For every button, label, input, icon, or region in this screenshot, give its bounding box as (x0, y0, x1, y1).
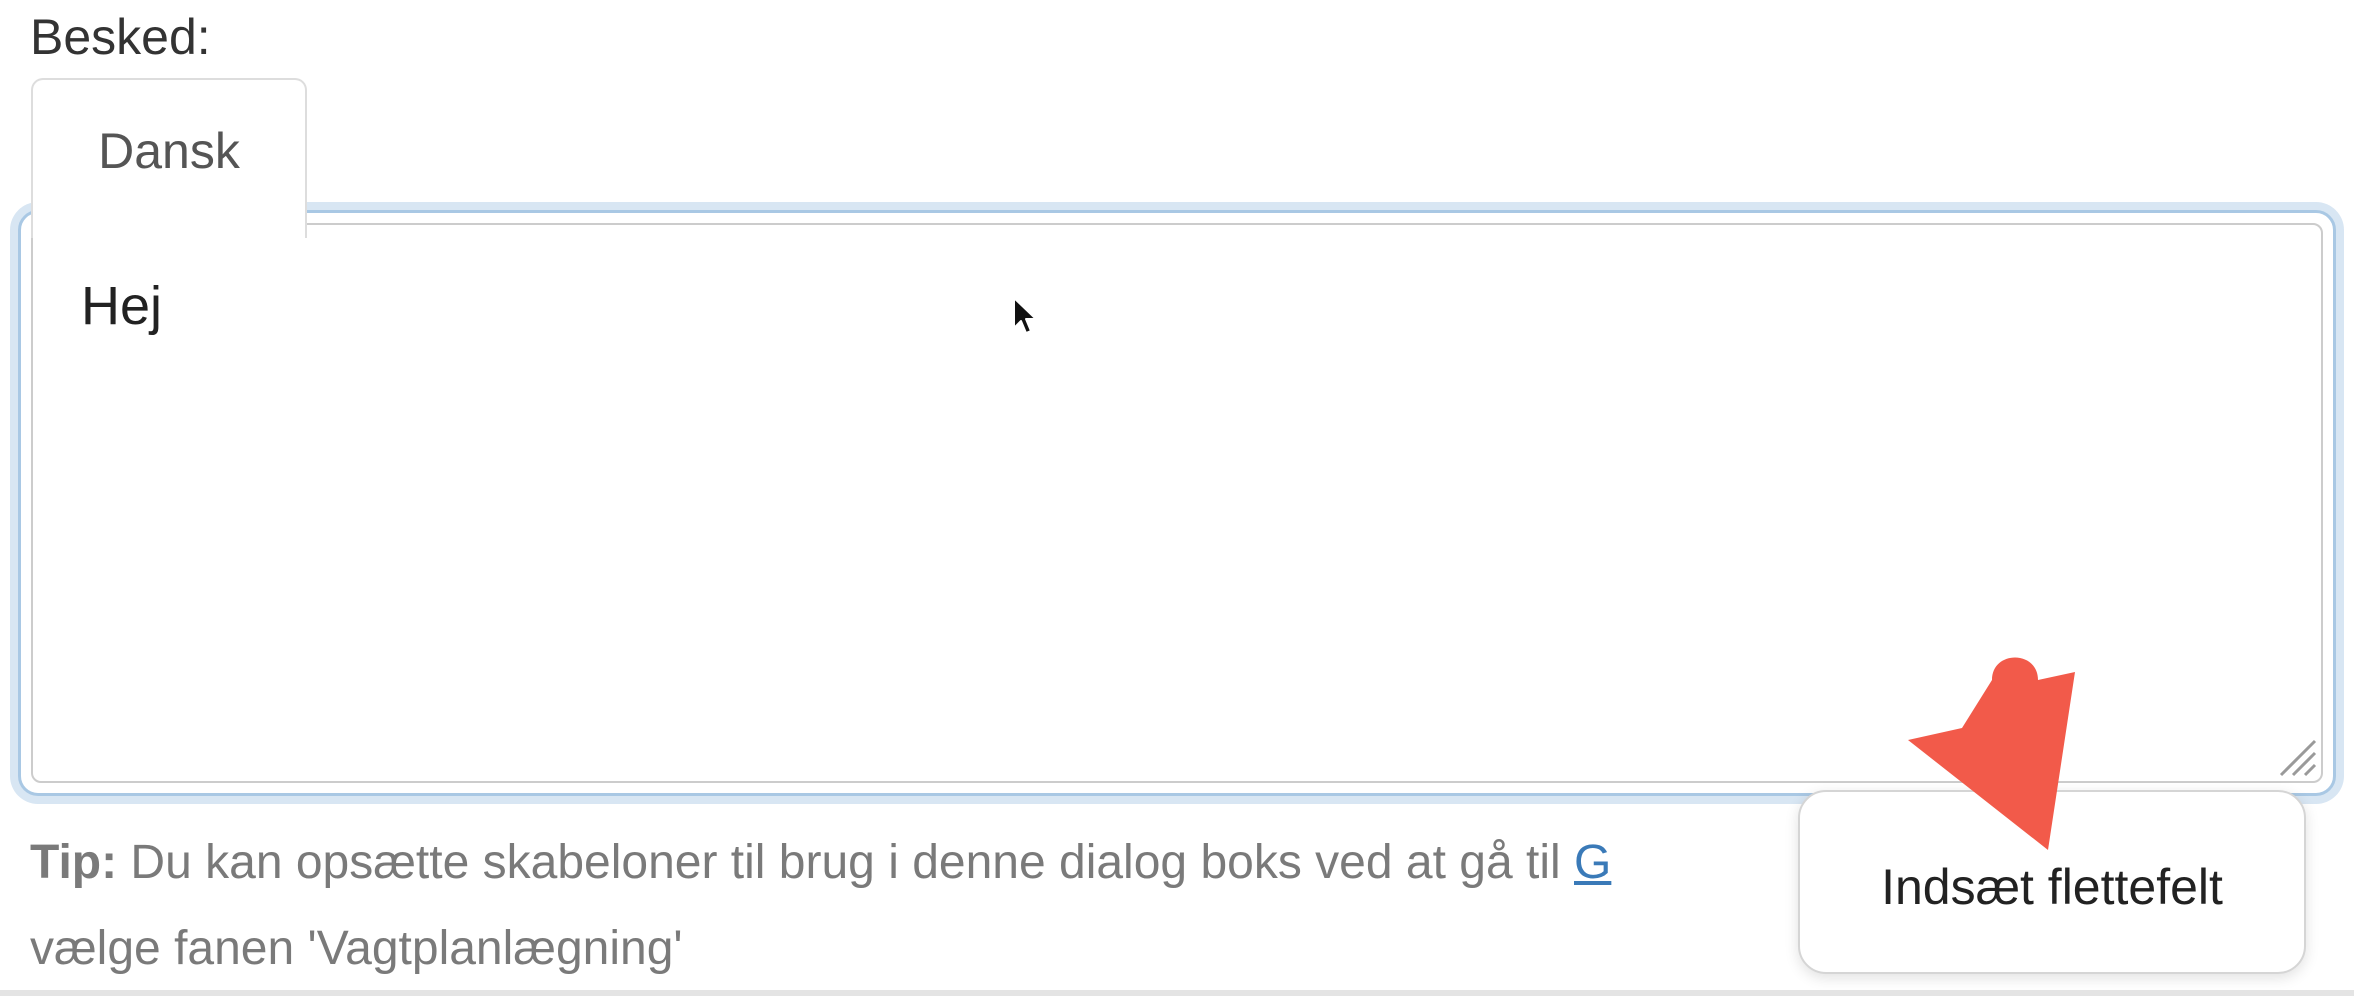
tab-dansk-label: Dansk (98, 123, 240, 179)
message-label: Besked: (30, 9, 211, 65)
mouse-pointer-icon (1013, 297, 1037, 334)
insert-merge-field-label: Indsæt flettefelt (1881, 859, 2223, 915)
tip-prefix: Tip: (30, 836, 118, 889)
settings-link[interactable]: G (1574, 836, 1611, 889)
tip-body: Du kan opsætte skabeloner til brug i den… (117, 836, 1574, 889)
resize-grip-icon[interactable] (2271, 731, 2317, 777)
tab-dansk[interactable]: Dansk (31, 78, 307, 238)
bottom-divider (0, 990, 2354, 996)
message-text: Hej (81, 276, 163, 336)
message-form: Besked: Dansk Hej Tip: Du kan opsætte sk… (0, 0, 2354, 996)
annotation-arrow-icon (1908, 657, 2075, 850)
tip-line-2: vælge fanen 'Vagtplanlægning' (30, 922, 683, 975)
